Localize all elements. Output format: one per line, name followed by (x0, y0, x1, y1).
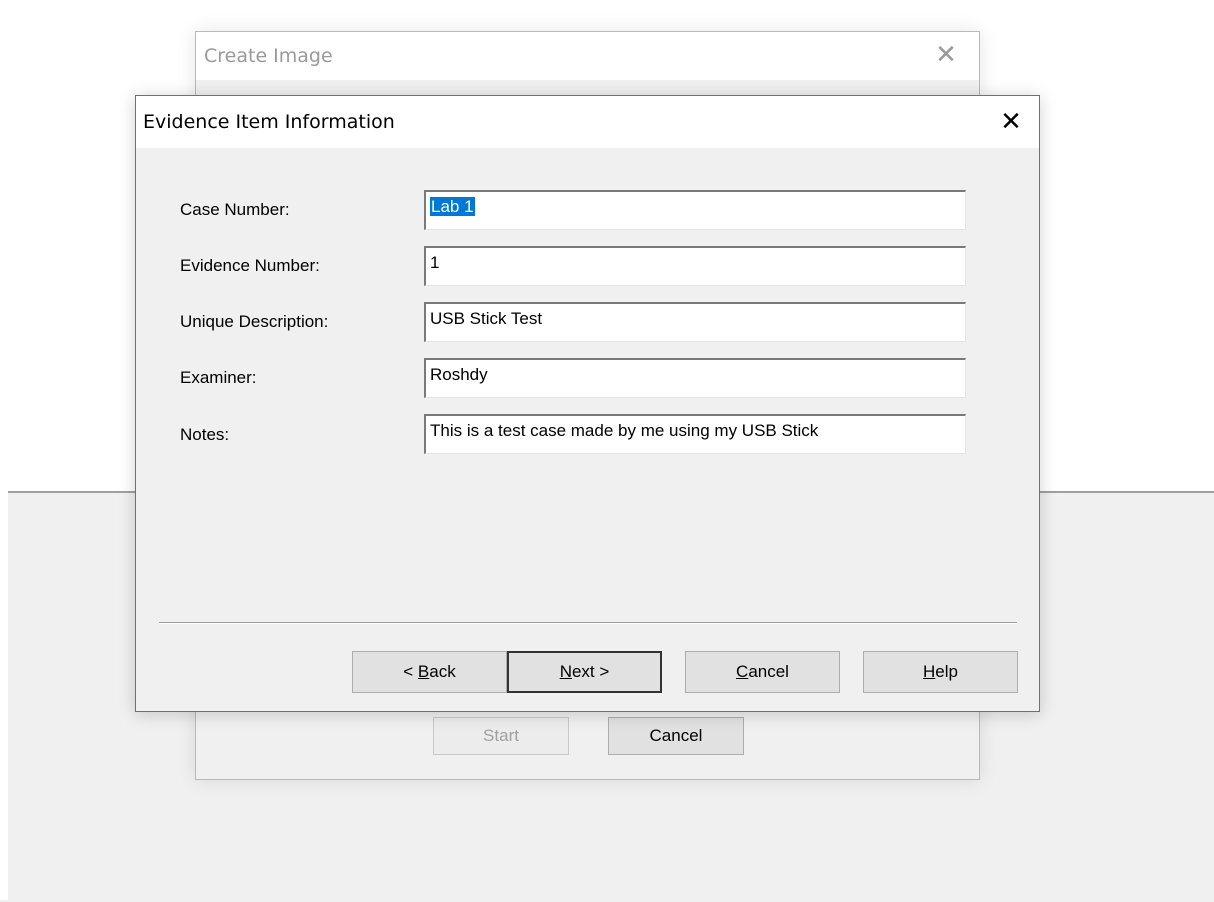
case-number-value: Lab 1 (430, 197, 475, 216)
help-button-rest: elp (935, 662, 958, 681)
examiner-value: Roshdy (430, 365, 488, 384)
evidence-item-title: Evidence Item Information (143, 111, 395, 133)
examiner-input[interactable]: Roshdy (424, 358, 966, 398)
examiner-label: Examiner: (180, 368, 257, 387)
evidence-number-label: Evidence Number: (180, 256, 320, 275)
button-separator (159, 622, 1017, 624)
unique-description-label: Unique Description: (180, 312, 329, 331)
back-button[interactable]: < Back (352, 651, 507, 693)
case-number-input[interactable]: Lab 1 (424, 190, 966, 230)
unique-description-value: USB Stick Test (430, 309, 543, 328)
cancel-button[interactable]: Cancel (685, 651, 840, 693)
evidence-number-value: 1 (430, 253, 440, 272)
help-button[interactable]: Help (863, 651, 1018, 693)
cancel-button-rest: ancel (748, 662, 789, 681)
close-icon[interactable]: ✕ (995, 106, 1027, 138)
cancel-button-mnemonic: C (736, 662, 749, 681)
back-button-prefix: < (403, 662, 418, 681)
create-image-title: Create Image (204, 45, 333, 67)
start-button[interactable]: Start (433, 717, 569, 755)
evidence-number-input[interactable]: 1 (424, 246, 966, 286)
create-image-close-icon[interactable]: ✕ (931, 40, 961, 70)
case-number-label: Case Number: (180, 200, 290, 219)
back-button-rest: ack (429, 662, 456, 681)
back-button-mnemonic: B (417, 662, 430, 681)
notes-input[interactable]: This is a test case made by me using my … (424, 414, 966, 454)
next-button-rest: ext > (571, 662, 610, 681)
unique-description-input[interactable]: USB Stick Test (424, 302, 966, 342)
next-button-mnemonic: N (559, 662, 572, 681)
notes-label: Notes: (180, 425, 230, 444)
parent-window-edge (0, 491, 8, 900)
evidence-item-dialog: Evidence Item Information ✕ Case Number:… (135, 95, 1040, 712)
create-image-titlebar: Create Image ✕ (196, 32, 979, 80)
help-button-mnemonic: H (923, 662, 936, 681)
create-image-cancel-button[interactable]: Cancel (608, 717, 744, 755)
notes-value: This is a test case made by me using my … (430, 421, 819, 440)
evidence-item-titlebar: Evidence Item Information ✕ (136, 96, 1039, 148)
next-button[interactable]: Next > (507, 651, 662, 693)
